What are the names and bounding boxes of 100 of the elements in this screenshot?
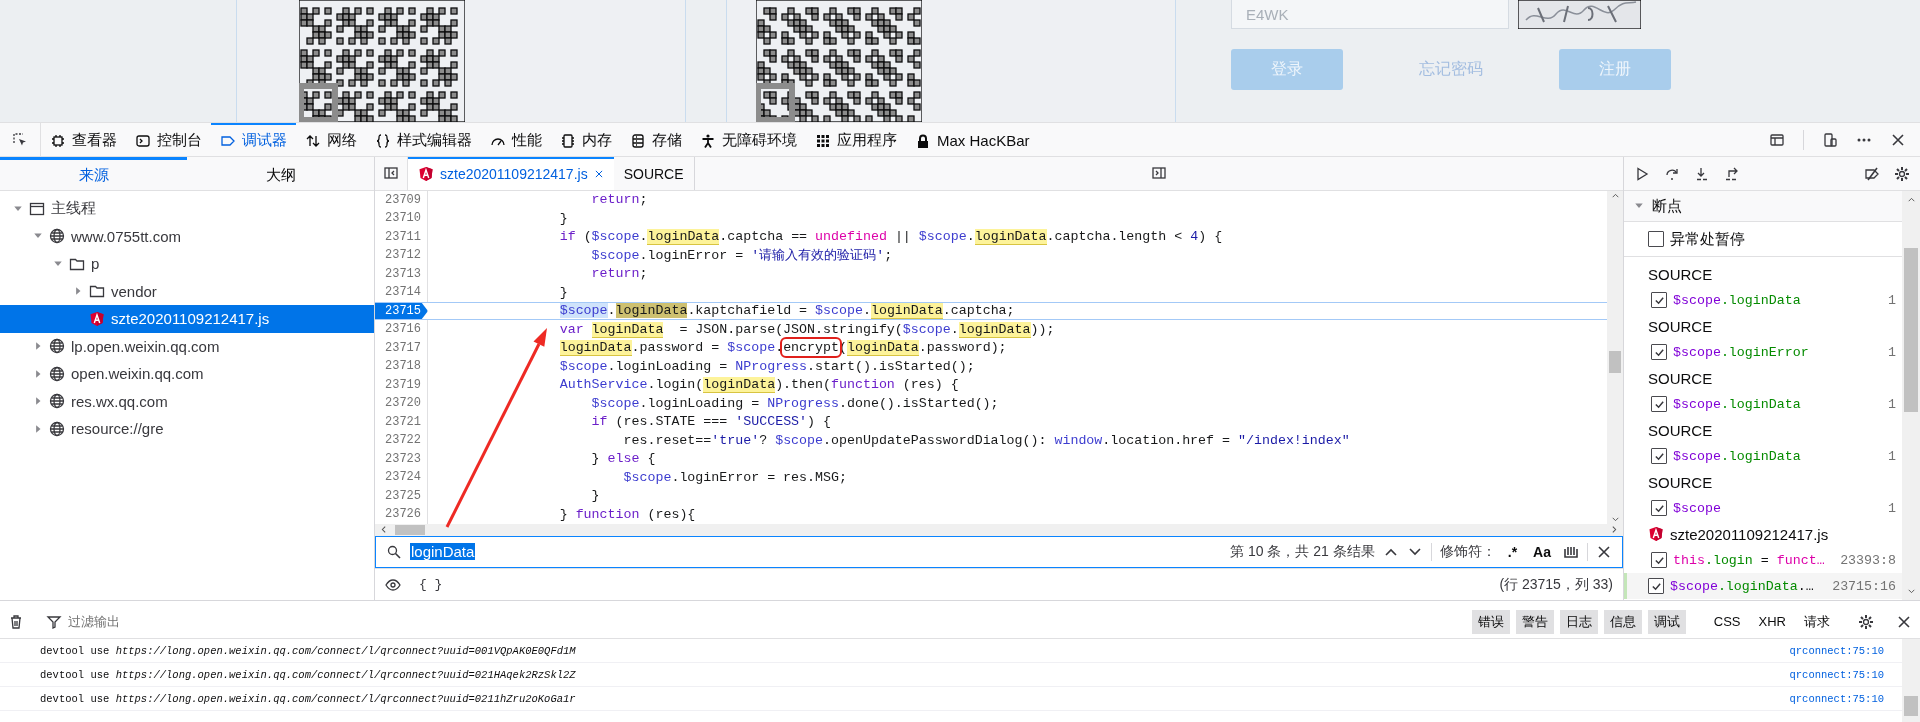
filter-toggle[interactable]: CSS <box>1707 611 1747 632</box>
expand-icon[interactable] <box>33 341 43 352</box>
code-line: var loginData = JSON.parse(JSON.stringify($scope.loginData)); <box>558 321 1055 337</box>
expand-icon[interactable] <box>33 396 43 407</box>
panel-tab[interactable]: 来源 <box>0 157 187 190</box>
close-icon[interactable] <box>1896 613 1912 630</box>
scrollbar-thumb[interactable] <box>1904 248 1918 412</box>
filter-toggle[interactable]: 请求 <box>1798 609 1836 634</box>
scrollbar[interactable] <box>375 523 1623 536</box>
filter-toggle[interactable]: 警告 <box>1515 609 1554 634</box>
tree-item[interactable]: 主线程 <box>0 195 374 223</box>
settings-icon[interactable] <box>1894 165 1910 182</box>
checkbox[interactable] <box>1648 578 1664 594</box>
checkbox[interactable] <box>1651 448 1667 464</box>
filter-toggle[interactable]: 调试 <box>1647 609 1686 634</box>
expand-icon[interactable] <box>33 368 43 379</box>
filter-toggle[interactable]: 信息 <box>1603 609 1642 634</box>
tree-item[interactable]: open.weixin.qq.com <box>0 360 374 388</box>
checkbox[interactable] <box>1648 231 1664 247</box>
devtools-tab[interactable]: 样式编辑器 <box>366 123 481 156</box>
filter-toggle[interactable]: 错误 <box>1471 609 1510 634</box>
devtools-tab[interactable]: 控制台 <box>126 123 211 156</box>
breakpoint-expression[interactable]: $scope.loginData.… <box>1670 578 1827 594</box>
tree-item[interactable]: resource://gre <box>0 415 374 443</box>
modifier-toggle[interactable]: Aa <box>1529 544 1555 560</box>
close-icon[interactable] <box>1596 544 1612 560</box>
globe-icon <box>49 420 65 437</box>
step-in-icon[interactable] <box>1694 165 1710 182</box>
filter-field[interactable]: 过滤输出 <box>68 612 120 631</box>
section-header[interactable]: 断点 <box>1624 191 1902 222</box>
devtools-tab[interactable]: Max HacKBar <box>906 123 1039 156</box>
breakpoint-expression[interactable]: $scope.loginData <box>1673 396 1882 412</box>
checkbox-label: 异常处暂停 <box>1670 229 1745 249</box>
cursor-position: (行 23715，列 33) <box>1499 575 1613 594</box>
devtools-tab[interactable]: 存储 <box>621 123 691 156</box>
devtools-tab[interactable]: 应用程序 <box>806 123 906 156</box>
expand-icon[interactable] <box>73 286 83 297</box>
pretty-print-button[interactable]: { } <box>413 576 449 594</box>
scroll-up-icon[interactable] <box>1906 195 1916 204</box>
dock-icon[interactable] <box>1769 131 1785 148</box>
scrollbar[interactable] <box>1607 190 1623 524</box>
devices-icon[interactable] <box>1822 131 1838 148</box>
modifier-toggle[interactable]: .* <box>1503 544 1522 560</box>
eye-icon[interactable] <box>385 576 401 593</box>
checkbox[interactable] <box>1651 344 1667 360</box>
scrollbar-thumb[interactable] <box>1609 350 1621 373</box>
deactivate-breakpoints-icon[interactable] <box>1864 165 1880 182</box>
breakpoint-expression[interactable]: $scope.loginError <box>1673 344 1882 360</box>
tree-item[interactable]: lp.open.weixin.qq.com <box>0 332 374 360</box>
close-icon[interactable] <box>593 169 604 180</box>
close-icon[interactable] <box>1890 131 1906 148</box>
console-message: devtool use https://long.open.weixin.qq.com/connect/l/qrconnect?uuid=001VQpAK0E0QFd1M <box>40 644 577 657</box>
step-out-icon[interactable] <box>1724 165 1740 182</box>
scroll-left-icon[interactable] <box>379 525 388 535</box>
scrollbar-thumb[interactable] <box>395 524 425 535</box>
devtools-tab[interactable]: 性能 <box>481 123 551 156</box>
chip-icon <box>560 132 576 149</box>
settings-icon[interactable] <box>1858 613 1874 630</box>
breakpoint-expression[interactable]: $scope.loginData <box>1673 292 1882 308</box>
breakpoint-expression[interactable]: $scope <box>1673 500 1882 516</box>
source-link[interactable]: qrconnect:75:10 <box>1789 644 1884 657</box>
devtools-tab[interactable]: 网络 <box>296 123 366 156</box>
breakpoint-marker[interactable]: 23715 <box>375 302 428 320</box>
tree-item[interactable]: vendor <box>0 277 374 305</box>
scroll-down-icon[interactable] <box>1906 587 1916 596</box>
globe-icon <box>49 228 65 245</box>
scrollbar[interactable] <box>1902 191 1920 600</box>
play-icon[interactable] <box>1634 165 1650 182</box>
sidebar-toggle-icon[interactable] <box>1150 165 1167 182</box>
panel-tab[interactable]: 大纲 <box>187 157 374 190</box>
source-link[interactable]: qrconnect:75:10 <box>1789 668 1884 681</box>
scroll-right-icon[interactable] <box>1610 525 1619 535</box>
source-link[interactable]: qrconnect:75:10 <box>1789 692 1884 705</box>
filter-toggle[interactable]: XHR <box>1752 611 1792 632</box>
whole-word-icon[interactable] <box>1563 544 1579 560</box>
checkbox[interactable] <box>1651 500 1667 516</box>
source-label: SOURCE <box>1648 369 1713 387</box>
scrollbar-thumb[interactable] <box>1904 696 1918 716</box>
checkbox[interactable] <box>1651 396 1667 412</box>
tree-item[interactable]: szte20201109212417.js <box>0 305 374 333</box>
filter-toggle[interactable]: 日志 <box>1559 609 1598 634</box>
breakpoint-expression[interactable]: $scope.loginData <box>1673 448 1882 464</box>
tree-item[interactable]: res.wx.qq.com <box>0 387 374 415</box>
expand-icon[interactable] <box>33 423 43 434</box>
scrollbar[interactable] <box>1902 639 1920 722</box>
selected-row[interactable]: $scope.loginData.… 23715:16 <box>1624 573 1902 599</box>
trash-icon[interactable] <box>8 613 24 630</box>
devtools-tab[interactable]: 无障碍环境 <box>691 123 806 156</box>
tree-item[interactable]: p <box>0 250 374 278</box>
tree-item[interactable]: www.0755tt.com <box>0 222 374 250</box>
sidebar-toggle-icon[interactable] <box>383 165 399 182</box>
editor-tab[interactable]: szte20201109212417.js <box>408 157 614 190</box>
checkbox[interactable] <box>1651 552 1667 568</box>
breakpoint-expression[interactable]: this.login = funct… <box>1673 552 1835 568</box>
checkbox[interactable] <box>1651 292 1667 308</box>
devtools-tab[interactable]: 内存 <box>551 123 621 156</box>
search-field[interactable]: loginData <box>410 536 1223 568</box>
checkmark-icon <box>1653 450 1665 462</box>
editor-tab[interactable]: SOURCE <box>613 157 694 190</box>
devtools-tab[interactable]: 查看器 <box>41 123 126 156</box>
